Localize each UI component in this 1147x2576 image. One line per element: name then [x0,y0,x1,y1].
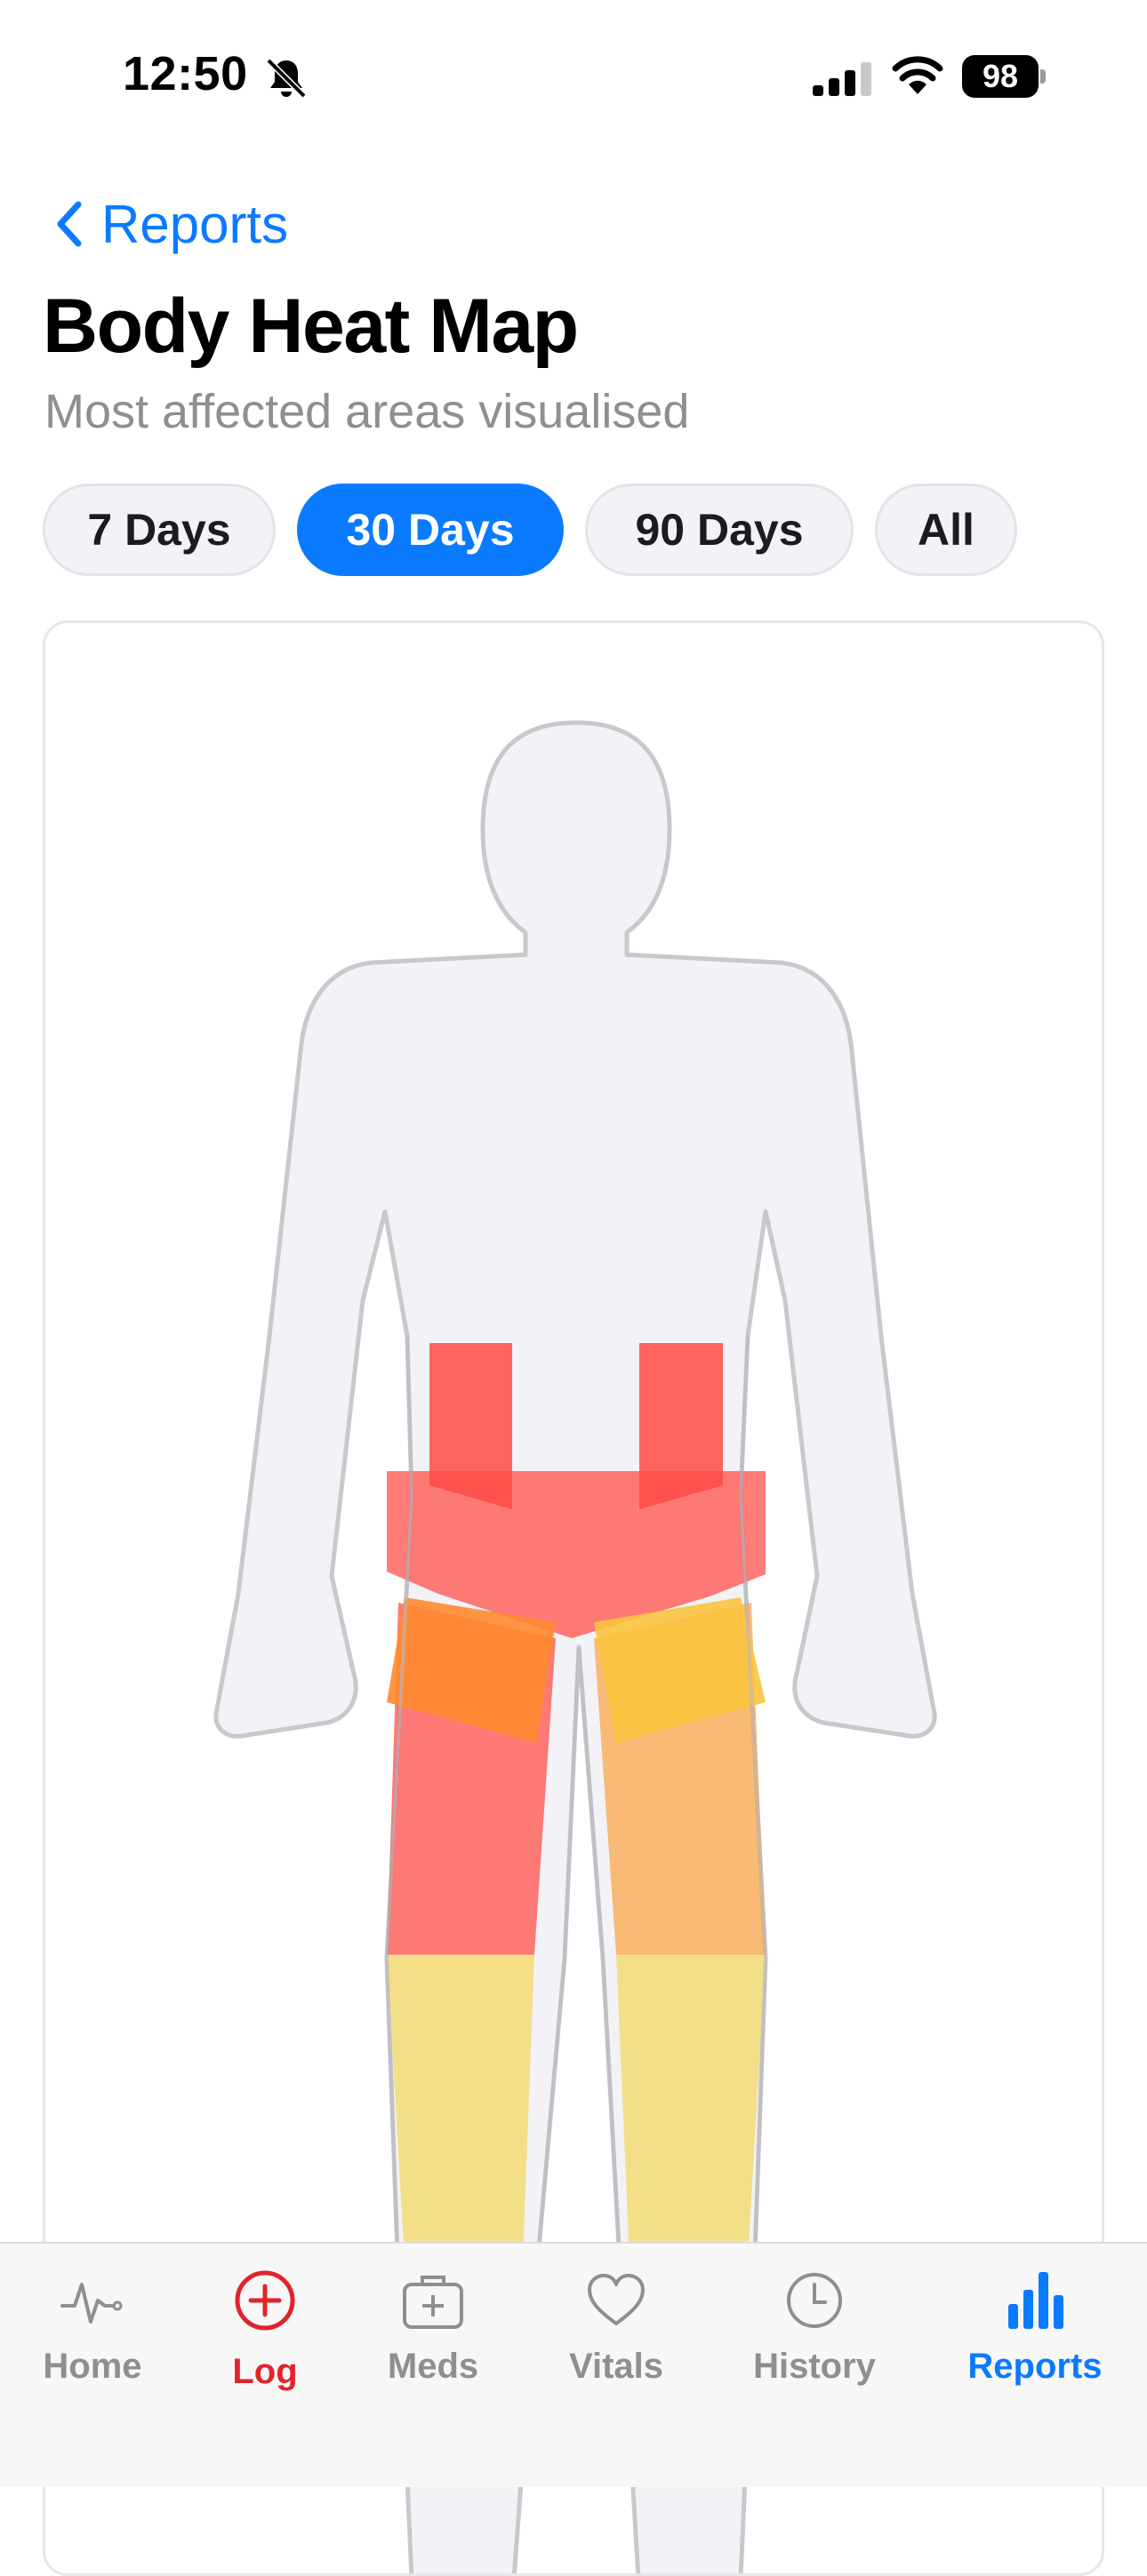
heat-zone-left-flank [429,1343,512,1509]
tab-history-label: History [753,2347,876,2386]
tab-reports[interactable]: Reports [937,2267,1133,2387]
page-title: Body Heat Map [43,284,579,369]
heat-zone-right-flank [639,1343,723,1509]
chevron-left-icon [57,201,82,247]
wifi-icon [892,56,943,94]
tab-meds[interactable]: Meds [335,2267,531,2387]
heat-zone-left-shin [387,1955,534,2260]
battery-indicator: 98 [962,55,1047,98]
status-time: 12:50 [123,47,248,100]
heat-zone-right-shin [616,1955,766,2260]
tab-log-label: Log [232,2352,298,2391]
bar-chart-icon [1008,2272,1063,2329]
tab-history[interactable]: History [717,2267,912,2387]
filter-30-days[interactable]: 30 Days [297,484,564,576]
tab-bar: Home Log Meds Vitals History Reports [0,2242,1147,2487]
cellular-signal-icon [813,62,871,96]
heartbeat-icon [60,2283,123,2324]
battery-level: 98 [962,55,1039,98]
tab-reports-label: Reports [967,2347,1103,2386]
time-range-filter: 7 Days 30 Days 90 Days All [43,484,1039,576]
tab-home[interactable]: Home [0,2267,190,2387]
tab-vitals-label: Vitals [569,2347,663,2386]
page-subtitle: Most affected areas visualised [44,385,690,438]
back-button[interactable]: Reports [53,192,288,256]
tab-log[interactable]: Log [167,2267,363,2392]
filter-7-days[interactable]: 7 Days [43,484,276,576]
status-bar: 12:50 98 [0,0,1147,151]
tab-meds-label: Meds [387,2347,479,2386]
medkit-icon [403,2276,463,2329]
filter-all[interactable]: All [875,484,1017,576]
tab-home-label: Home [43,2347,142,2386]
filter-90-days[interactable]: 90 Days [585,484,854,576]
tab-vitals[interactable]: Vitals [518,2267,714,2387]
plus-circle-icon [235,2270,295,2331]
back-label: Reports [101,194,289,254]
heart-icon [588,2274,645,2325]
clock-icon [787,2273,842,2328]
bell-slash-icon [266,58,307,99]
battery-cap [1040,69,1046,84]
